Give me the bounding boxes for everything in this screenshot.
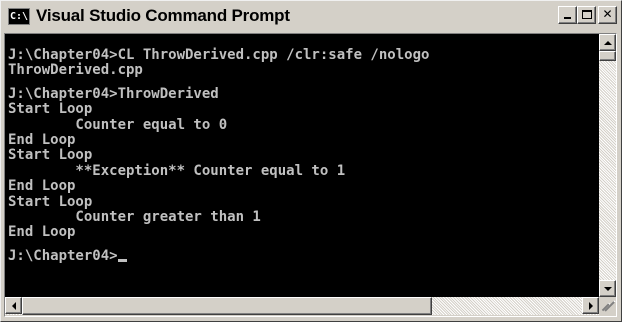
arrow-up-icon	[603, 40, 612, 45]
console-line: **Exception** Counter equal to 1	[8, 162, 346, 179]
console-line: J:\Chapter04>CL ThrowDerived.cpp /clr:sa…	[8, 47, 430, 63]
console-line: J:\Chapter04>ThrowDerived	[8, 85, 219, 102]
console-line: Counter equal to 0	[8, 116, 228, 133]
console-frame: J:\Chapter04>CL ThrowDerived.cpp /clr:sa…	[4, 33, 617, 317]
scroll-right-button[interactable]	[582, 297, 599, 314]
console-output[interactable]: J:\Chapter04>CL ThrowDerived.cpp /clr:sa…	[5, 34, 599, 297]
console-window: C:\ Visual Studio Command Prompt ✕ J:\Ch…	[0, 0, 622, 322]
window-title: Visual Studio Command Prompt	[36, 6, 290, 25]
arrow-left-icon	[11, 301, 16, 310]
caption-buttons: ✕	[558, 6, 617, 24]
minimize-icon	[564, 17, 571, 19]
console-line: J:\Chapter04>	[8, 248, 599, 264]
console-line: End Loop	[8, 131, 76, 148]
vertical-scroll-thumb[interactable]	[599, 51, 616, 61]
console-line: Start Loop	[8, 193, 93, 210]
minimize-button[interactable]	[558, 6, 577, 24]
console-line: End Loop	[8, 224, 76, 241]
close-icon: ✕	[602, 7, 613, 21]
horizontal-scrollbar[interactable]	[5, 297, 599, 315]
console-line: Start Loop	[8, 101, 93, 118]
resize-grip[interactable]	[599, 297, 616, 315]
arrow-down-icon	[603, 286, 612, 291]
console-icon[interactable]: C:\	[8, 7, 30, 25]
arrow-right-icon	[588, 301, 593, 310]
console-line: Start Loop	[8, 147, 93, 164]
vertical-scrollbar[interactable]	[599, 34, 616, 297]
scroll-left-button[interactable]	[5, 297, 22, 314]
close-button[interactable]: ✕	[598, 6, 617, 24]
maximize-icon	[581, 10, 592, 19]
horizontal-scroll-thumb[interactable]	[22, 297, 432, 315]
console-line: Counter greater than 1	[8, 208, 261, 225]
title-bar[interactable]: C:\ Visual Studio Command Prompt ✕	[3, 3, 619, 29]
scroll-up-button[interactable]	[599, 34, 616, 51]
console-line: End Loop	[8, 178, 76, 195]
console-line: ThrowDerived.cpp	[8, 62, 143, 79]
maximize-button[interactable]	[577, 6, 596, 24]
text-cursor	[117, 258, 127, 262]
scroll-down-button[interactable]	[599, 280, 616, 297]
